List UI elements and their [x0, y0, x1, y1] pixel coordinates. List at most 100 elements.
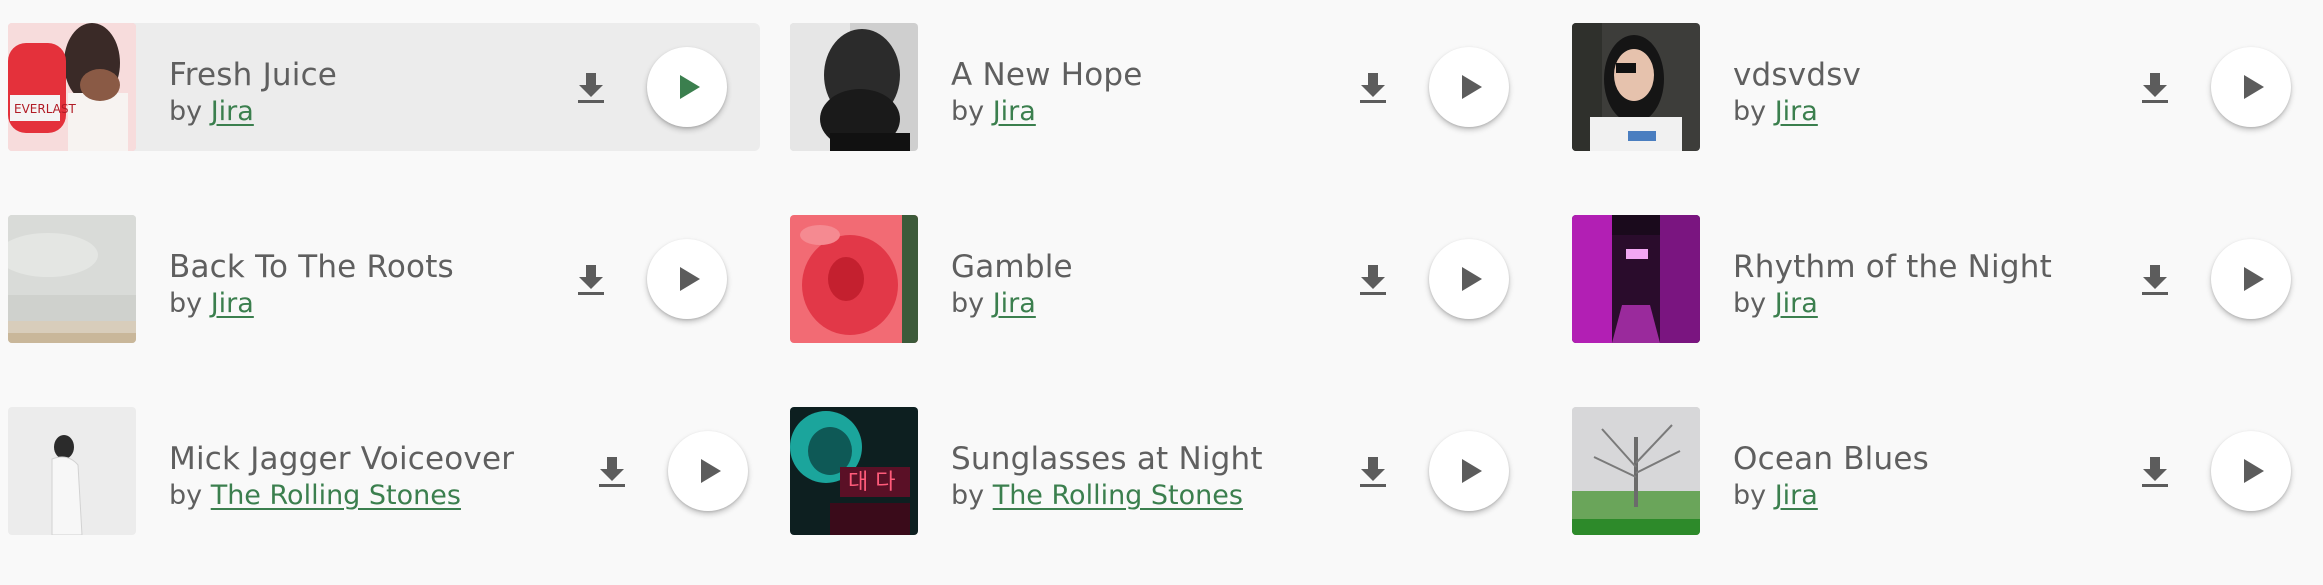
track-byline: by Jira: [169, 95, 569, 129]
track-card[interactable]: Ocean Blues by Jira: [1572, 407, 2323, 535]
download-button[interactable]: [2135, 259, 2175, 299]
download-icon: [1360, 73, 1386, 103]
play-icon: [680, 267, 700, 291]
track-cover: [1572, 407, 1700, 535]
track-card[interactable]: A New Hope by Jira: [790, 23, 1542, 151]
download-button[interactable]: [571, 67, 611, 107]
track-info: Sunglasses at Night by The Rolling Stone…: [951, 439, 1351, 513]
track-info: Fresh Juice by Jira: [169, 55, 569, 129]
artist-link[interactable]: Jira: [1775, 480, 1818, 511]
download-button[interactable]: [2135, 451, 2175, 491]
track-title: Sunglasses at Night: [951, 441, 1263, 477]
byline-prefix: by: [1733, 96, 1775, 127]
play-icon: [1462, 267, 1482, 291]
track-title: Gamble: [951, 249, 1073, 285]
play-button[interactable]: [1429, 47, 1509, 127]
play-icon: [680, 75, 700, 99]
track-byline: by Jira: [169, 287, 569, 321]
artist-link[interactable]: The Rolling Stones: [211, 480, 461, 511]
artist-link[interactable]: Jira: [993, 96, 1036, 127]
track-byline: by The Rolling Stones: [951, 479, 1351, 513]
play-icon: [1462, 75, 1482, 99]
play-icon: [1462, 459, 1482, 483]
artist-link[interactable]: Jira: [993, 288, 1036, 319]
artist-link[interactable]: The Rolling Stones: [993, 480, 1243, 511]
play-button[interactable]: [668, 431, 748, 511]
download-icon: [1360, 265, 1386, 295]
track-info: vdsvdsv by Jira: [1733, 55, 2133, 129]
track-info: Back To The Roots by Jira: [169, 247, 569, 321]
track-byline: by Jira: [951, 287, 1351, 321]
byline-prefix: by: [169, 96, 211, 127]
track-info: Ocean Blues by Jira: [1733, 439, 2133, 513]
track-cover: 대 다: [790, 407, 918, 535]
svg-text:EVERLAST: EVERLAST: [14, 102, 76, 116]
byline-prefix: by: [951, 480, 993, 511]
track-info: A New Hope by Jira: [951, 55, 1351, 129]
byline-prefix: by: [951, 96, 993, 127]
track-card[interactable]: Gamble by Jira: [790, 215, 1542, 343]
track-info: Gamble by Jira: [951, 247, 1351, 321]
track-grid: EVERLAST Fresh Juice by Jira A New Hope: [0, 0, 2323, 585]
track-byline: by The Rolling Stones: [169, 479, 569, 513]
track-card[interactable]: 대 다 Sunglasses at Night by The Rolling S…: [790, 407, 1542, 535]
download-icon: [2142, 73, 2168, 103]
download-button[interactable]: [592, 451, 632, 491]
track-title: vdsvdsv: [1733, 57, 1862, 93]
download-button[interactable]: [1353, 67, 1393, 107]
track-cover: [1572, 23, 1700, 151]
track-title: Mick Jagger Voiceover: [169, 441, 515, 477]
track-byline: by Jira: [1733, 95, 2133, 129]
track-byline: by Jira: [1733, 287, 2133, 321]
download-icon: [578, 73, 604, 103]
download-button[interactable]: [2135, 67, 2175, 107]
track-card[interactable]: Mick Jagger Voiceover by The Rolling Sto…: [8, 407, 760, 535]
byline-prefix: by: [951, 288, 993, 319]
play-button[interactable]: [2211, 239, 2291, 319]
download-icon: [2142, 457, 2168, 487]
download-icon: [578, 265, 604, 295]
artist-link[interactable]: Jira: [1775, 96, 1818, 127]
play-icon: [701, 459, 721, 483]
track-title: Rhythm of the Night: [1733, 249, 2052, 285]
byline-prefix: by: [1733, 288, 1775, 319]
byline-prefix: by: [169, 480, 211, 511]
track-title: Back To The Roots: [169, 249, 454, 285]
track-cover: EVERLAST: [8, 23, 136, 151]
track-cover: [8, 407, 136, 535]
track-title: A New Hope: [951, 57, 1143, 93]
track-byline: by Jira: [1733, 479, 2133, 513]
play-button[interactable]: [2211, 431, 2291, 511]
artist-link[interactable]: Jira: [1775, 288, 1818, 319]
artist-link[interactable]: Jira: [211, 96, 254, 127]
play-button[interactable]: [1429, 239, 1509, 319]
play-button[interactable]: [1429, 431, 1509, 511]
byline-prefix: by: [169, 288, 211, 319]
track-cover: [1572, 215, 1700, 343]
download-icon: [1360, 457, 1386, 487]
download-button[interactable]: [571, 259, 611, 299]
play-icon: [2244, 459, 2264, 483]
svg-text:대 다: 대 다: [848, 470, 895, 495]
track-byline: by Jira: [951, 95, 1351, 129]
track-card[interactable]: vdsvdsv by Jira: [1572, 23, 2323, 151]
play-icon: [2244, 267, 2264, 291]
track-title: Ocean Blues: [1733, 441, 1929, 477]
track-card[interactable]: EVERLAST Fresh Juice by Jira: [8, 23, 760, 151]
download-icon: [2142, 265, 2168, 295]
track-info: Mick Jagger Voiceover by The Rolling Sto…: [169, 439, 569, 513]
track-card[interactable]: Back To The Roots by Jira: [8, 215, 760, 343]
download-icon: [599, 457, 625, 487]
track-card[interactable]: Rhythm of the Night by Jira: [1572, 215, 2323, 343]
play-button[interactable]: [2211, 47, 2291, 127]
download-button[interactable]: [1353, 451, 1393, 491]
download-button[interactable]: [1353, 259, 1393, 299]
track-cover: [790, 23, 918, 151]
track-title: Fresh Juice: [169, 57, 338, 93]
play-icon: [2244, 75, 2264, 99]
play-button[interactable]: [647, 47, 727, 127]
track-info: Rhythm of the Night by Jira: [1733, 247, 2133, 321]
play-button[interactable]: [647, 239, 727, 319]
artist-link[interactable]: Jira: [211, 288, 254, 319]
track-cover: [790, 215, 918, 343]
